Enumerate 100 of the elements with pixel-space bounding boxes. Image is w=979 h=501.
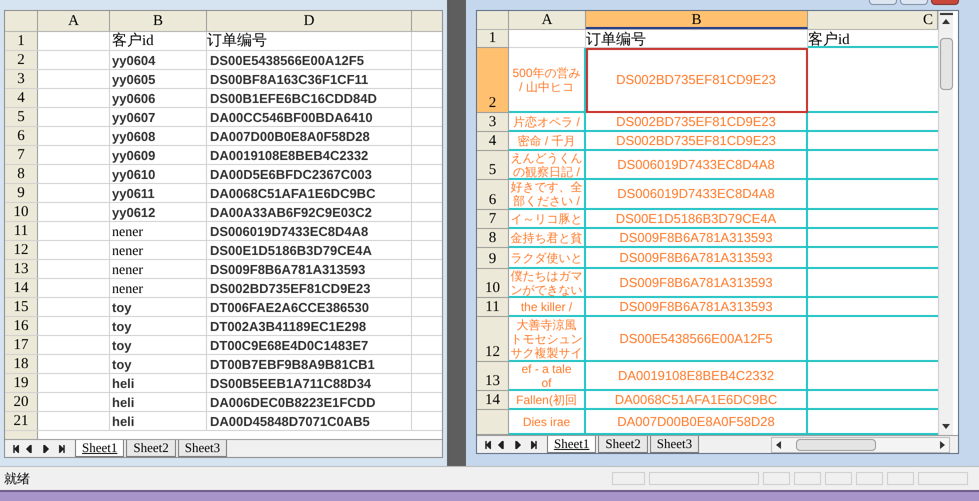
- sheet-tab[interactable]: Sheet3: [650, 436, 700, 453]
- status-panel: [887, 472, 914, 485]
- table-cell: yy0609: [110, 146, 207, 164]
- sheet-tab[interactable]: Sheet3: [178, 440, 228, 457]
- row-header[interactable]: 1: [5, 32, 38, 50]
- status-panel: [763, 472, 790, 485]
- table-cell: nener: [110, 260, 207, 278]
- table-cell: nener: [110, 241, 207, 259]
- row-header[interactable]: 7: [5, 146, 38, 164]
- table-cell: DS00BF8A163C36F1CF11: [207, 70, 412, 88]
- cell-text: 500年の営み: [512, 66, 581, 80]
- cell-text: サク複製サイ: [510, 346, 582, 360]
- table-cell: DT00B7EBF9B8A9B81CB1: [207, 355, 412, 373]
- row-header[interactable]: 8: [477, 229, 509, 248]
- sheet-tab[interactable]: Sheet2: [598, 436, 648, 453]
- table-cell: DS00E1D5186B3D79CE4A: [586, 210, 808, 229]
- row-header[interactable]: 15: [5, 298, 38, 316]
- cell-text: / 山中ヒコ: [519, 80, 574, 94]
- table-cell: DS006019D7433EC8D4A8: [207, 222, 412, 240]
- row-header[interactable]: 1: [477, 30, 509, 48]
- row-header[interactable]: 4: [477, 132, 509, 151]
- row-header[interactable]: 2: [477, 48, 509, 113]
- column-header[interactable]: B: [110, 11, 207, 31]
- close-button[interactable]: [931, 0, 959, 5]
- table-cell: DA0068C51AFA1E6DC9BC: [586, 391, 808, 410]
- scroll-down-icon[interactable]: [942, 424, 950, 429]
- row-header[interactable]: 3: [477, 113, 509, 132]
- row-header[interactable]: 3: [5, 70, 38, 88]
- table-cell: heli: [110, 393, 207, 411]
- row-header[interactable]: 8: [5, 165, 38, 183]
- table-cell: DS00B5EEB1A711C88D34: [207, 374, 412, 392]
- row-header[interactable]: 18: [5, 355, 38, 373]
- scroll-left-icon[interactable]: [776, 440, 781, 448]
- table-cell: DA007D00B0E8A0F58D28: [207, 127, 412, 145]
- table-cell: yy0608: [110, 127, 207, 145]
- row-header[interactable]: 21: [5, 412, 38, 430]
- table-cell: DT006FAE2A6CCE386530: [207, 298, 412, 316]
- table-cell: 客户id: [110, 32, 207, 50]
- row-header[interactable]: 20: [5, 393, 38, 411]
- table-cell: DS009F8B6A781A313593: [586, 298, 808, 317]
- sheet-tab[interactable]: Sheet1: [75, 440, 124, 457]
- sheet-tab[interactable]: Sheet2: [126, 440, 176, 457]
- table-cell: toy: [110, 317, 207, 335]
- cell-text: ラクダ使いと: [510, 250, 582, 264]
- cell-text: ef - a tale: [521, 362, 572, 376]
- cell-text: Fallen(初回: [516, 392, 577, 406]
- table-cell: DS00E1D5186B3D79CE4A: [207, 241, 412, 259]
- cell-text: Dies irae: [522, 414, 570, 428]
- row-header[interactable]: 13: [5, 260, 38, 278]
- horizontal-scrollbar[interactable]: [771, 436, 950, 452]
- table-cell: DS002BD735EF81CD9E23: [586, 48, 808, 113]
- row-header[interactable]: 11: [5, 222, 38, 240]
- table-cell: yy0605: [110, 70, 207, 88]
- row-header[interactable]: 11: [477, 298, 509, 317]
- row-header[interactable]: 9: [477, 248, 509, 269]
- scroll-thumb[interactable]: [940, 38, 952, 90]
- table-cell: yy0611: [110, 184, 207, 202]
- row-header[interactable]: 14: [5, 279, 38, 297]
- row-header[interactable]: 6: [5, 127, 38, 145]
- table-cell: DS00E5438566E00A12F5: [207, 51, 412, 69]
- row-header[interactable]: 5: [5, 108, 38, 126]
- sheet-tab[interactable]: Sheet1: [547, 436, 596, 453]
- row-header[interactable]: 16: [5, 317, 38, 335]
- scroll-right-icon[interactable]: [940, 440, 945, 448]
- row-header[interactable]: 12: [5, 241, 38, 259]
- table-cell: DS006019D7433EC8D4A8: [586, 151, 808, 180]
- row-header[interactable]: 5: [477, 151, 509, 180]
- table-cell: DS00B1EFE6BC16CDD84D: [207, 89, 412, 107]
- cell-text: ンができない: [510, 282, 582, 296]
- row-header[interactable]: 13: [477, 362, 509, 391]
- table-cell: DA00A33AB6F92C9E03C2: [207, 203, 412, 221]
- status-panel: [856, 472, 883, 485]
- column-header[interactable]: D: [207, 11, 412, 31]
- row-header[interactable]: 9: [5, 184, 38, 202]
- scroll-up-icon[interactable]: [942, 19, 950, 24]
- row-header[interactable]: 10: [5, 203, 38, 221]
- row-header[interactable]: 6: [477, 180, 509, 210]
- row-header[interactable]: 4: [5, 89, 38, 107]
- cell-text: 金持ち君と貧: [510, 230, 582, 244]
- row-header[interactable]: 10: [477, 269, 509, 298]
- table-cell: nener: [110, 222, 207, 240]
- column-header[interactable]: A: [38, 11, 110, 31]
- status-panel: [825, 472, 852, 485]
- row-header[interactable]: 2: [5, 51, 38, 69]
- row-header[interactable]: 19: [5, 374, 38, 392]
- row-header[interactable]: 14: [477, 391, 509, 410]
- cell-text: の観察日記 /: [513, 164, 580, 178]
- row-header[interactable]: 17: [5, 336, 38, 354]
- minimize-button[interactable]: [869, 0, 897, 5]
- row-header[interactable]: 7: [477, 210, 509, 229]
- vertical-scrollbar[interactable]: [938, 11, 953, 435]
- table-cell: DS009F8B6A781A313593: [586, 229, 808, 248]
- row-header[interactable]: 12: [477, 317, 509, 362]
- table-cell: DS00E5438566E00A12F5: [586, 317, 808, 362]
- maximize-button[interactable]: [900, 0, 928, 5]
- table-cell: heli: [110, 374, 207, 392]
- column-header[interactable]: B: [586, 11, 808, 29]
- scroll-thumb[interactable]: [796, 438, 876, 450]
- table-cell: DA0068C51AFA1E6DC9BC: [207, 184, 412, 202]
- cell-text: 大善寺涼風: [516, 318, 576, 332]
